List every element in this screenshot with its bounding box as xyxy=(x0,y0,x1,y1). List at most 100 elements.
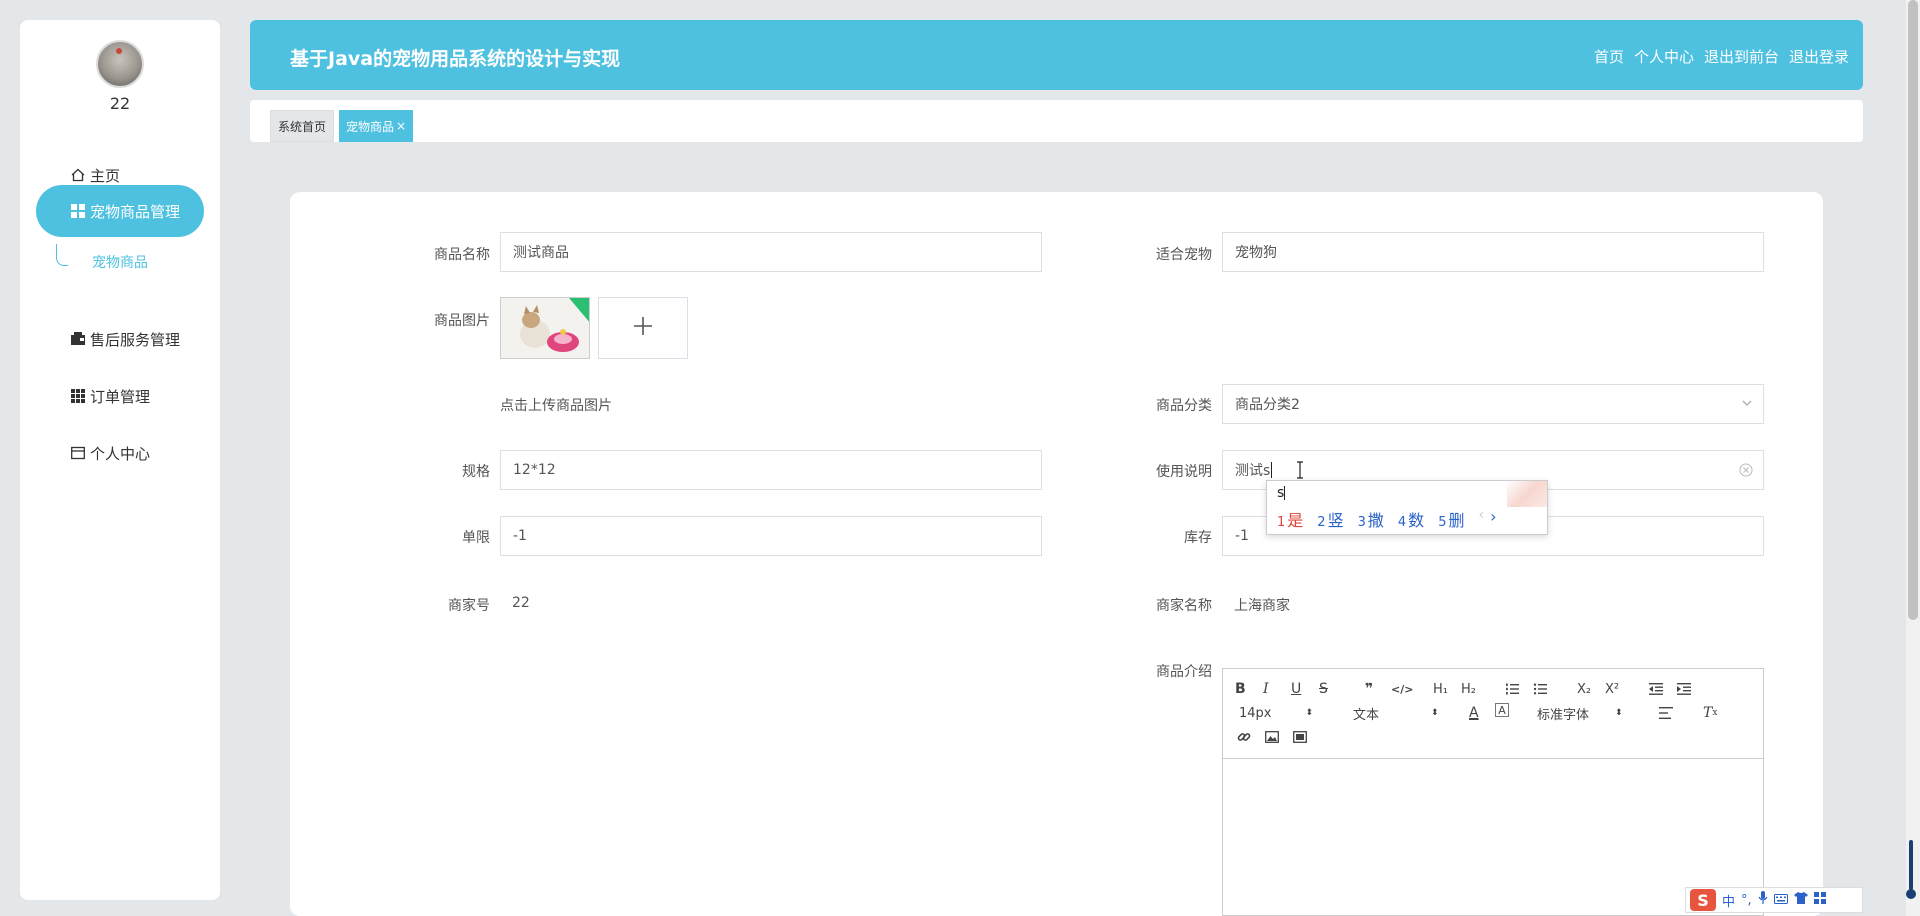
grid-icon xyxy=(70,203,86,219)
apps-icon xyxy=(70,388,86,404)
upload-hint: 点击上传商品图片 xyxy=(500,398,612,414)
candidate-text: 数 xyxy=(1408,511,1425,530)
sidebar-item-label: 宠物商品管理 xyxy=(90,202,181,221)
header-select[interactable]: 文本 ⬍ xyxy=(1353,703,1439,723)
font-color-icon[interactable]: A xyxy=(1469,703,1479,723)
skin-shirt-icon[interactable] xyxy=(1793,892,1808,908)
rich-text-editor[interactable]: B I U S ❞ </> H₁ H₂ X₂ X² 14px ⬍ 文本 ⬍ A … xyxy=(1222,668,1764,916)
stock-value: -1 xyxy=(1235,528,1249,544)
header-link-logout[interactable]: 退出登录 xyxy=(1789,46,1849,67)
limit-value: -1 xyxy=(513,528,527,544)
merchant-no-value: 22 xyxy=(512,595,530,611)
header-link-personal-center[interactable]: 个人中心 xyxy=(1634,46,1694,67)
category-select[interactable]: 商品分类2 xyxy=(1222,384,1764,424)
ime-prev-page-icon[interactable]: ‹ xyxy=(1478,507,1484,531)
upload-image-button[interactable] xyxy=(598,297,688,359)
sidebar-item-label: 订单管理 xyxy=(90,387,151,406)
background-color-icon[interactable]: A xyxy=(1495,703,1509,717)
image-icon[interactable] xyxy=(1265,727,1279,747)
sidebar-item-after-sales[interactable]: 售后服务管理 xyxy=(36,313,204,365)
font-size-value: 14px xyxy=(1239,705,1272,721)
candidate-text: 撒 xyxy=(1367,511,1384,530)
ime-candidate-5[interactable]: 5删 xyxy=(1438,507,1464,531)
heading-1-icon[interactable]: H₁ xyxy=(1433,679,1448,699)
blockquote-icon[interactable]: ❞ xyxy=(1365,679,1373,699)
ime-language[interactable]: 中 xyxy=(1722,891,1735,910)
header-link-exit-to-frontend[interactable]: 退出到前台 xyxy=(1704,46,1779,67)
wallet-icon xyxy=(70,331,86,347)
ime-candidate-2[interactable]: 2竖 xyxy=(1317,507,1343,531)
usage-value: 测试s xyxy=(1235,463,1271,479)
avatar[interactable] xyxy=(96,40,144,88)
ime-caret xyxy=(1284,486,1286,500)
sidebar-item-label: 主页 xyxy=(90,166,121,185)
close-icon[interactable]: × xyxy=(396,119,406,133)
name-label: 商品名称 xyxy=(434,247,490,263)
pet-input[interactable]: 宠物狗 xyxy=(1222,232,1764,272)
card-icon xyxy=(70,445,86,461)
subscript-icon[interactable]: X₂ xyxy=(1577,679,1591,699)
strikethrough-icon[interactable]: S xyxy=(1319,679,1328,699)
video-icon[interactable] xyxy=(1293,727,1307,747)
limit-input[interactable]: -1 xyxy=(500,516,1042,556)
link-icon[interactable] xyxy=(1237,727,1251,747)
ime-candidate-window: s 1是 2竖 3撒 4数 5删 ‹ › xyxy=(1266,480,1548,535)
clear-format-icon[interactable]: Tx xyxy=(1703,703,1717,723)
sidebar-item-orders[interactable]: 订单管理 xyxy=(36,370,204,422)
align-icon[interactable] xyxy=(1659,703,1673,723)
ime-skin-decoration xyxy=(1507,481,1547,507)
name-value: 测试商品 xyxy=(513,245,569,261)
spec-input[interactable]: 12*12 xyxy=(500,450,1042,490)
sidebar-item-personal-center[interactable]: 个人中心 xyxy=(36,427,204,479)
indent-icon[interactable] xyxy=(1677,679,1691,699)
editor-content-area[interactable] xyxy=(1223,760,1763,915)
ordered-list-icon[interactable] xyxy=(1505,679,1519,699)
italic-icon[interactable]: I xyxy=(1263,679,1269,699)
editor-toolbar: B I U S ❞ </> H₁ H₂ X₂ X² 14px ⬍ 文本 ⬍ A … xyxy=(1223,669,1763,759)
ime-next-page-icon[interactable]: › xyxy=(1490,507,1496,531)
candidate-number: 5 xyxy=(1438,515,1447,530)
heading-2-icon[interactable]: H₂ xyxy=(1461,679,1476,699)
sidebar-item-label: 个人中心 xyxy=(90,444,151,463)
product-image-thumbnail[interactable] xyxy=(500,297,590,359)
clear-icon[interactable] xyxy=(1739,463,1753,481)
tab-pet-goods[interactable]: 宠物商品 × xyxy=(339,110,414,142)
font-size-select[interactable]: 14px ⬍ xyxy=(1239,703,1313,723)
tab-label: 系统首页 xyxy=(278,119,327,134)
ime-composition-text: s xyxy=(1277,485,1285,501)
select-arrows-icon: ⬍ xyxy=(1615,708,1623,718)
header-link-home[interactable]: 首页 xyxy=(1594,46,1624,67)
name-input[interactable]: 测试商品 xyxy=(500,232,1042,272)
candidate-number: 4 xyxy=(1397,515,1407,530)
select-arrows-icon: ⬍ xyxy=(1431,708,1439,718)
keyboard-icon[interactable] xyxy=(1773,893,1788,908)
bullet-list-icon[interactable] xyxy=(1533,679,1547,699)
header-select-value: 文本 xyxy=(1353,707,1380,723)
text-caret xyxy=(1271,462,1273,478)
code-block-icon[interactable]: </> xyxy=(1391,679,1413,699)
tab-system-home[interactable]: 系统首页 xyxy=(270,110,335,142)
spec-label: 规格 xyxy=(462,464,490,480)
outdent-icon[interactable] xyxy=(1649,679,1663,699)
ime-candidate-4[interactable]: 4数 xyxy=(1398,507,1424,531)
superscript-icon[interactable]: X² xyxy=(1605,679,1619,699)
underline-icon[interactable]: U xyxy=(1291,679,1301,699)
limit-label: 单限 xyxy=(462,530,490,546)
candidate-number: 2 xyxy=(1317,515,1326,530)
bold-icon[interactable]: B xyxy=(1235,679,1246,699)
sidebar-subitem-pet-goods[interactable]: 宠物商品 xyxy=(92,252,148,272)
intro-label: 商品介绍 xyxy=(1156,664,1212,680)
sidebar-item-pet-goods-management[interactable]: 宠物商品管理 xyxy=(36,185,204,237)
punctuation-icon[interactable]: °, xyxy=(1741,893,1752,908)
font-family-select[interactable]: 标准字体 ⬍ xyxy=(1537,703,1623,723)
toolbox-grid-icon[interactable] xyxy=(1813,892,1826,908)
submenu-connector xyxy=(56,244,68,266)
ime-candidate-3[interactable]: 3撒 xyxy=(1358,507,1384,531)
top-header: 基于Java的宠物用品系统的设计与实现 首页 个人中心 退出到前台 退出登录 xyxy=(250,20,1863,90)
microphone-icon[interactable] xyxy=(1758,891,1768,909)
ime-status-bar[interactable]: S 中 °, xyxy=(1685,887,1863,913)
tab-label: 宠物商品 xyxy=(346,119,395,134)
ime-candidate-1[interactable]: 1是 xyxy=(1277,507,1303,531)
scrollbar-thumb[interactable] xyxy=(1908,0,1918,620)
page-scrollbar[interactable] xyxy=(1906,0,1920,916)
